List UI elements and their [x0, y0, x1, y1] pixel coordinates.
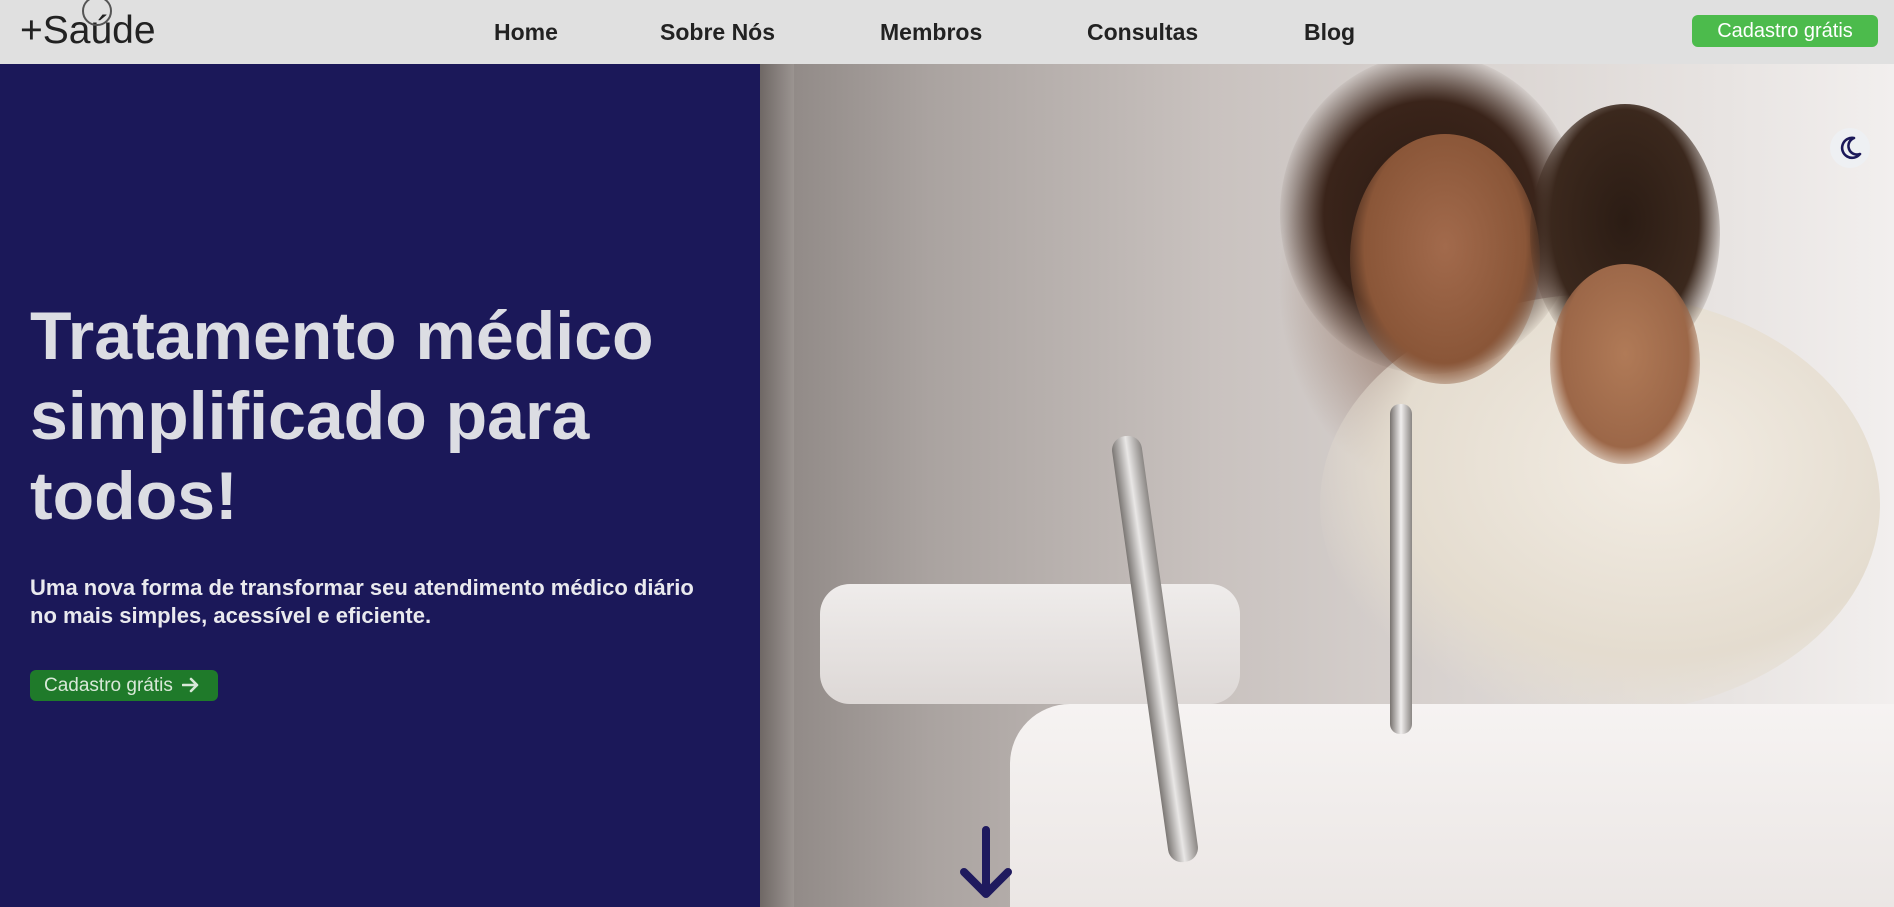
hero-panel: Tratamento médico simplificado para todo… [0, 64, 760, 907]
nav-sobre-nos[interactable]: Sobre Nós [660, 19, 775, 46]
hero-title: Tratamento médico simplificado para todo… [30, 298, 654, 534]
hero-subtitle: Uma nova forma de transformar seu atendi… [30, 575, 694, 628]
hero-signup-label: Cadastro grátis [44, 675, 173, 696]
scroll-down-button[interactable] [954, 826, 1018, 902]
moon-icon [1840, 136, 1862, 160]
theme-toggle-button[interactable] [1830, 128, 1870, 168]
hero-signup-button[interactable]: Cadastro grátis [30, 670, 218, 701]
nav-blog[interactable]: Blog [1304, 19, 1355, 46]
nav-home[interactable]: Home [494, 19, 558, 46]
top-navbar: +Saúde Home Sobre Nós Membros Consultas … [0, 0, 1894, 64]
nav-membros[interactable]: Membros [880, 19, 982, 46]
main-nav: Home Sobre Nós Membros Consultas Blog [0, 0, 1894, 64]
hero-photo [760, 64, 1894, 907]
arrow-down-icon [960, 826, 1012, 898]
arrow-right-icon [181, 674, 200, 696]
nav-consultas[interactable]: Consultas [1087, 19, 1198, 46]
header-signup-button[interactable]: Cadastro grátis [1692, 15, 1878, 47]
